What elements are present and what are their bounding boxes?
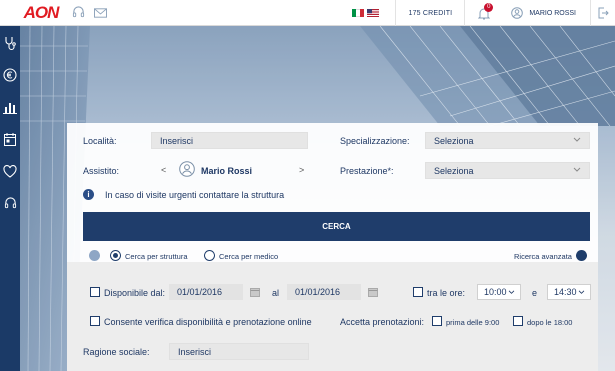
help-icon[interactable] [89, 250, 100, 261]
user-avatar-icon [179, 161, 195, 177]
calendar-icon[interactable] [250, 287, 260, 297]
time-to-value: 14:30 [554, 287, 577, 297]
chart-icon [3, 102, 17, 114]
ragione-sociale-input[interactable]: Inserisci [169, 343, 309, 360]
logout-icon [598, 7, 609, 19]
specializzazione-value: Seleziona [434, 135, 474, 146]
sidebar-item-euro[interactable] [0, 64, 20, 86]
time-from-value: 10:00 [484, 287, 507, 297]
chevron-down-icon [573, 167, 581, 172]
assistito-name: Mario Rossi [201, 166, 253, 176]
search-form: Località: Inserisci Specializzazione: Se… [67, 123, 598, 371]
time-from-select[interactable]: 10:00 [477, 284, 521, 300]
calendar-icon [4, 132, 16, 146]
ragione-sociale-label: Ragione sociale: [83, 347, 150, 357]
prestazione-label: Prestazione*: [340, 166, 394, 176]
cerca-button[interactable]: CERCA [83, 212, 590, 241]
prestazione-select[interactable]: Seleziona [425, 162, 590, 179]
stethoscope-icon [4, 36, 16, 50]
heart-icon [3, 164, 17, 178]
radio-medico-label: Cerca per medico [219, 252, 279, 261]
radio-cerca-medico[interactable] [204, 250, 215, 261]
dopo-checkbox[interactable] [513, 316, 523, 326]
specializzazione-label: Specializzazione: [340, 136, 410, 146]
tra-le-ore-checkbox[interactable] [413, 287, 423, 297]
localita-label: Località: [83, 136, 117, 146]
localita-placeholder: Inserisci [160, 135, 194, 146]
radio-cerca-struttura[interactable] [110, 250, 121, 261]
consente-checkbox[interactable] [90, 316, 100, 326]
headset-icon [4, 196, 16, 208]
date-from-value: 01/01/2016 [177, 287, 223, 297]
notifications-bell[interactable]: 0 [471, 2, 497, 20]
euro-icon [3, 68, 17, 82]
date-to-input[interactable]: 01/01/2016 [287, 284, 361, 300]
assistito-label: Assistito: [83, 166, 120, 176]
chevron-down-icon [578, 290, 585, 294]
localita-input[interactable]: Inserisci [151, 132, 308, 149]
headset-icon[interactable] [70, 5, 86, 21]
dopo-label: dopo le 18:00 [527, 318, 573, 327]
assistito-prev-button[interactable]: < [161, 165, 166, 175]
ragione-sociale-placeholder: Inserisci [178, 346, 212, 357]
al-label: al [272, 288, 280, 298]
date-from-input[interactable]: 01/01/2016 [169, 284, 243, 300]
specializzazione-select[interactable]: Seleziona [425, 132, 590, 149]
user-name: MARIO ROSSI [529, 9, 576, 17]
disponibile-checkbox[interactable] [90, 287, 100, 297]
date-to-value: 01/01/2016 [295, 287, 341, 297]
assistito-next-button[interactable]: > [299, 165, 304, 175]
prima-label: prima delle 9:00 [446, 318, 500, 327]
calendar-icon[interactable] [368, 287, 378, 297]
usa-flag[interactable] [367, 9, 380, 17]
chevron-down-icon [508, 290, 515, 294]
mail-icon[interactable] [92, 5, 108, 21]
divider [464, 0, 466, 26]
user-menu[interactable]: MARIO ROSSI [497, 7, 590, 19]
time-to-select[interactable]: 14:30 [547, 284, 591, 300]
e-label: e [532, 288, 538, 298]
ricerca-avanzata-link[interactable]: Ricerca avanzata [514, 252, 572, 261]
credits-label[interactable]: 175 CREDITI [396, 10, 464, 17]
user-icon [511, 7, 524, 19]
prima-checkbox[interactable] [432, 316, 442, 326]
sidebar-item-calendar[interactable] [0, 128, 20, 150]
sidebar-item-stethoscope[interactable] [0, 32, 20, 54]
top-bar: AON 175 CREDITI 0 MARIO ROSSI [0, 0, 615, 26]
chevron-down-icon [573, 137, 581, 142]
sidebar-item-heart[interactable] [0, 160, 20, 182]
tra-le-ore-label: tra le ore: [427, 288, 466, 298]
sidebar [0, 26, 20, 371]
italy-flag[interactable] [352, 9, 365, 17]
radio-struttura-label: Cerca per struttura [125, 252, 188, 261]
info-text: In caso di visite urgenti contattare la … [105, 190, 285, 200]
disponibile-label: Disponibile dal: [104, 288, 166, 298]
aon-logo[interactable]: AON [22, 0, 60, 26]
info-icon: i [83, 189, 94, 200]
notification-badge: 0 [484, 2, 494, 12]
prestazione-value: Seleziona [434, 165, 474, 176]
sidebar-item-chart[interactable] [0, 96, 20, 118]
chevron-up-icon[interactable] [576, 250, 587, 261]
consente-label: Consente verifica disponibilità e prenot… [104, 317, 312, 327]
accetta-label: Accetta prenotazioni: [340, 317, 425, 327]
logout-button[interactable] [591, 7, 615, 19]
sidebar-item-headset[interactable] [0, 192, 20, 214]
advanced-search-panel: Disponibile dal: 01/01/2016 al 01/01/201… [67, 262, 598, 371]
